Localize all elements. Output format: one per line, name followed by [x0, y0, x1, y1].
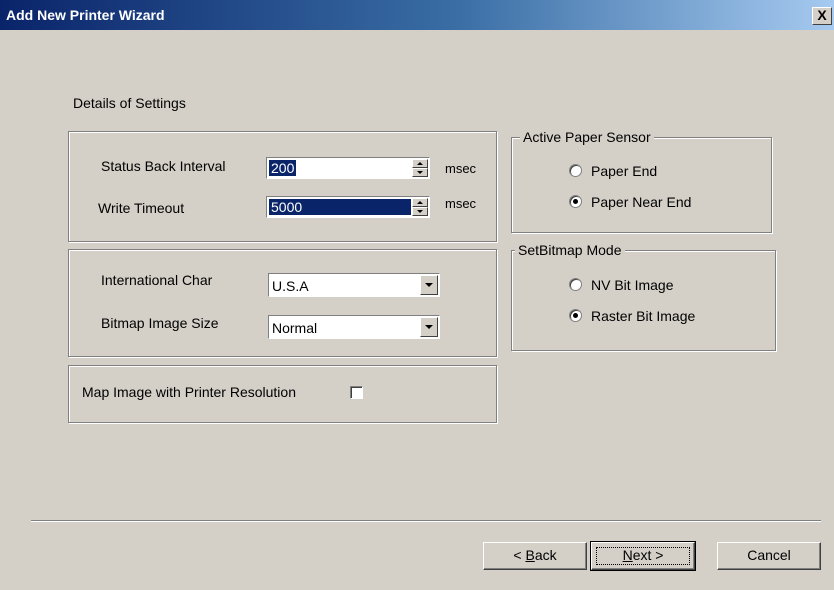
spin-up-button[interactable] — [412, 198, 428, 207]
raster-bit-image-label[interactable]: Raster Bit Image — [591, 308, 695, 324]
chevron-down-icon — [425, 325, 433, 329]
wizard-window: Add New Printer Wizard X Details of Sett… — [0, 0, 834, 590]
paper-near-end-label[interactable]: Paper Near End — [591, 194, 691, 210]
cancel-button[interactable]: Cancel — [717, 542, 821, 570]
paper-sensor-group: Active Paper Sensor — [511, 129, 772, 233]
bitmap-image-size-label: Bitmap Image Size — [101, 315, 219, 331]
back-button-mnemonic: B — [525, 547, 535, 563]
write-timeout-spin-buttons — [412, 198, 428, 216]
spin-up-arrow-icon — [417, 201, 423, 204]
map-image-label: Map Image with Printer Resolution — [82, 384, 296, 400]
back-button-label: ack — [534, 547, 557, 563]
footer-separator — [31, 520, 821, 522]
spin-down-arrow-icon — [417, 171, 423, 174]
radio-paper-near-end[interactable] — [569, 195, 582, 208]
spin-down-arrow-icon — [417, 210, 423, 213]
bitmap-image-size-value: Normal — [272, 320, 318, 336]
close-icon: X — [817, 7, 827, 23]
spin-down-button[interactable] — [412, 168, 428, 177]
cancel-button-label: Cancel — [747, 547, 791, 563]
status-back-interval-spinbox[interactable]: 200 — [266, 157, 430, 179]
international-char-label: International Char — [101, 272, 213, 288]
close-button[interactable]: X — [812, 7, 832, 25]
bitmap-image-size-dropdown[interactable]: Normal — [268, 315, 440, 339]
status-back-interval-label: Status Back Interval — [101, 158, 226, 174]
paper-end-label[interactable]: Paper End — [591, 163, 657, 179]
chevron-down-icon — [425, 283, 433, 287]
radio-selected-dot — [573, 313, 578, 318]
back-button[interactable]: < Back — [483, 542, 587, 570]
spin-up-arrow-icon — [417, 162, 423, 165]
international-char-value: U.S.A — [272, 278, 309, 294]
map-image-checkbox[interactable] — [350, 386, 363, 399]
radio-paper-end[interactable] — [569, 164, 582, 177]
window-title: Add New Printer Wizard — [6, 7, 165, 23]
section-title: Details of Settings — [73, 95, 186, 111]
spin-up-button[interactable] — [412, 159, 428, 168]
focus-rect — [596, 547, 690, 565]
back-button-prefix: < — [513, 547, 526, 563]
title-bar: Add New Printer Wizard X — [0, 0, 834, 30]
status-back-interval-spin-buttons — [412, 159, 428, 177]
nv-bit-image-label[interactable]: NV Bit Image — [591, 277, 673, 293]
charset-group — [68, 249, 497, 357]
write-timeout-spinbox[interactable]: 5000 — [266, 196, 430, 218]
international-char-dropdown[interactable]: U.S.A — [268, 273, 440, 297]
international-char-dropdown-button[interactable] — [420, 275, 438, 295]
write-timeout-value[interactable]: 5000 — [269, 199, 411, 215]
timing-group — [68, 131, 497, 242]
radio-nv-bit-image[interactable] — [569, 278, 582, 291]
bitmap-image-size-dropdown-button[interactable] — [420, 317, 438, 337]
paper-sensor-legend: Active Paper Sensor — [520, 129, 654, 145]
write-timeout-label: Write Timeout — [98, 200, 185, 216]
spin-down-button[interactable] — [412, 207, 428, 216]
radio-selected-dot — [573, 199, 578, 204]
bitmap-mode-legend: SetBitmap Mode — [515, 242, 625, 258]
status-back-interval-value[interactable]: 200 — [267, 159, 298, 177]
write-timeout-unit: msec — [445, 196, 477, 211]
radio-raster-bit-image[interactable] — [569, 309, 582, 322]
bitmap-mode-group: SetBitmap Mode — [511, 242, 776, 351]
next-button[interactable]: Next > — [590, 541, 696, 571]
status-back-interval-unit: msec — [445, 161, 477, 176]
